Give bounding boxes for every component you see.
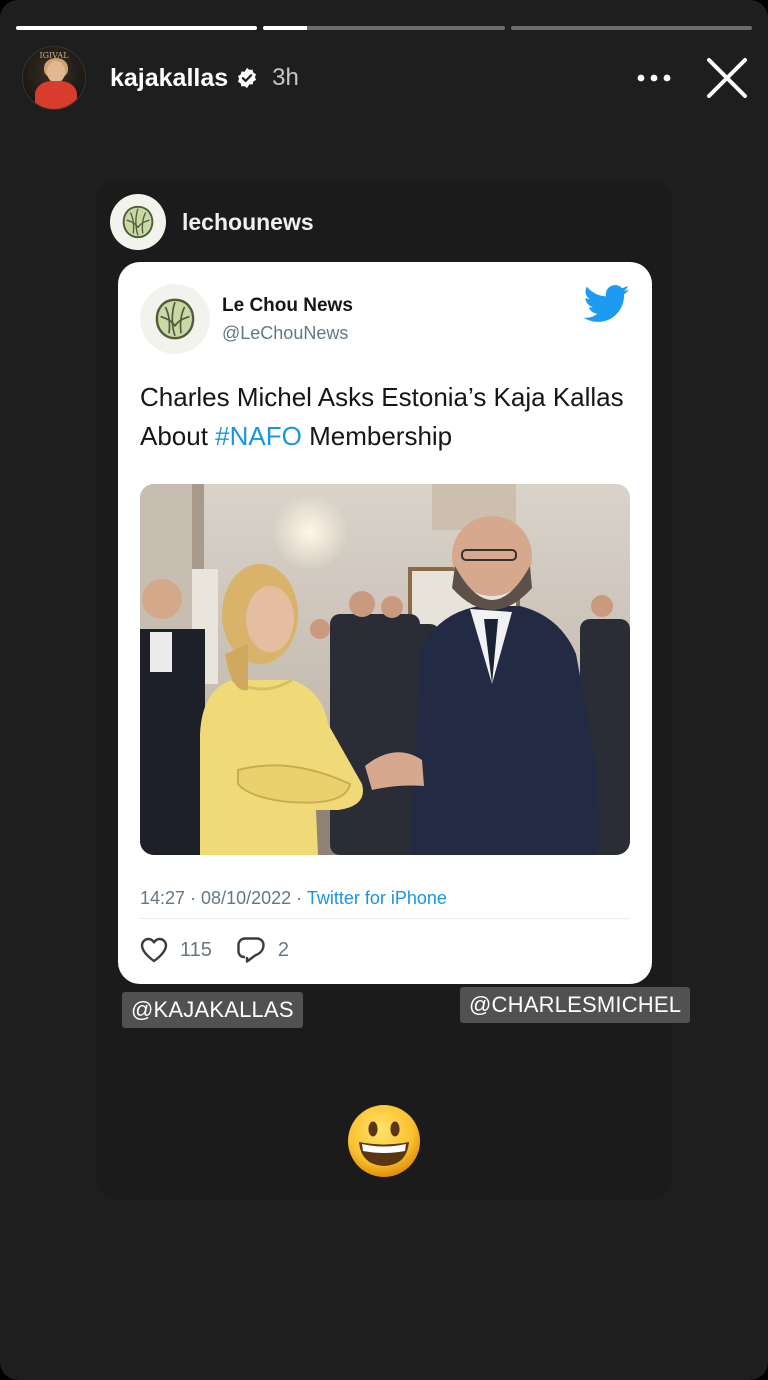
story-progress xyxy=(16,26,752,30)
story-timestamp: 3h xyxy=(272,64,299,91)
tweet-text: Charles Michel Asks Estonia’s Kaja Kalla… xyxy=(140,382,624,451)
tweet-handle: @LeChouNews xyxy=(222,322,349,343)
hashtag-link[interactable]: #NAFO xyxy=(215,421,302,451)
tweet-display-name: Le Chou News xyxy=(222,294,353,316)
progress-segment xyxy=(16,26,258,30)
story-username[interactable]: kajakallas xyxy=(110,64,228,93)
reply-icon xyxy=(237,937,265,963)
like-count: 115 xyxy=(180,938,212,961)
tweet-photo[interactable] xyxy=(140,484,630,855)
verified-icon xyxy=(238,67,257,89)
more-icon[interactable] xyxy=(632,58,676,98)
avatar[interactable]: IGIVAL xyxy=(22,46,86,110)
cabbage-icon xyxy=(140,284,210,354)
tweet-meta: 14:27 · 08/10/2022 · Twitter for iPhone xyxy=(140,888,447,908)
progress-segment xyxy=(510,26,752,30)
grinning-emoji-icon[interactable] xyxy=(346,1103,422,1179)
progress-segment xyxy=(263,26,505,30)
mention-sticker-charlesmichel[interactable]: @CHARLESMICHEL xyxy=(460,987,691,1023)
like-button[interactable]: 115 xyxy=(140,937,212,963)
twitter-bird-icon xyxy=(584,285,630,322)
reply-count: 2 xyxy=(277,938,290,961)
tweet-source-link[interactable]: Twitter for iPhone xyxy=(307,888,447,908)
tweet-author[interactable]: Le Chou News @LeChouNews xyxy=(140,284,353,354)
close-icon[interactable] xyxy=(704,55,750,101)
shared-post-header[interactable]: lechounews xyxy=(110,194,314,250)
cabbage-icon xyxy=(110,194,166,250)
mention-sticker-kajakallas[interactable]: @KAJAKALLAS xyxy=(122,992,303,1028)
divider xyxy=(140,918,630,919)
heart-icon xyxy=(140,937,168,963)
reply-button[interactable]: 2 xyxy=(236,936,289,964)
tweet-card[interactable]: Le Chou News @LeChouNews Charles Michel … xyxy=(118,262,652,984)
shared-post-username[interactable]: lechounews xyxy=(182,209,314,236)
story-header: IGIVAL kajakallas 3h xyxy=(22,46,750,110)
story-viewer[interactable]: IGIVAL kajakallas 3h lechounews Le Chou … xyxy=(0,0,768,1380)
tweet-actions: 115 2 xyxy=(140,936,313,964)
